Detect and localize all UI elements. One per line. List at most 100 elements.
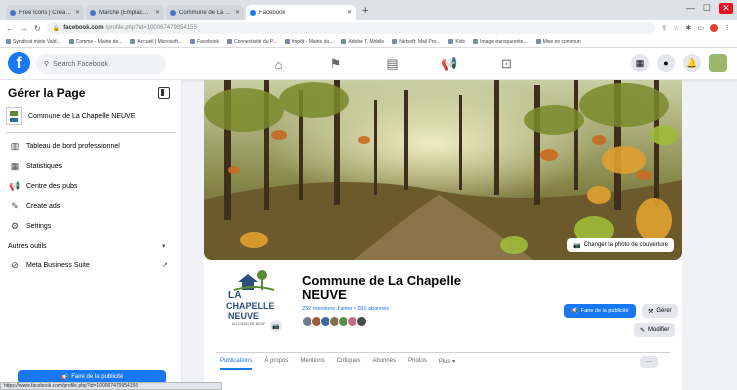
tab-more[interactable]: Plus ▾ bbox=[439, 358, 455, 370]
sidebar-item-create-ads[interactable]: ✎ Create ads bbox=[10, 198, 60, 214]
megaphone-icon[interactable]: 📢 bbox=[421, 54, 478, 74]
search-input[interactable]: ⚲ Search Facebook bbox=[36, 54, 166, 74]
sidebar-page-name: Commune de La Chapelle NEUVE bbox=[28, 112, 136, 120]
external-link-icon[interactable]: ↗ bbox=[162, 261, 168, 269]
page-main: 📷 Changer la photo de couverture LA CHAP… bbox=[182, 80, 737, 390]
header-actions: ▦ ● 🔔 bbox=[631, 54, 727, 72]
sidebar-item-dashboard[interactable]: ▥ Tableau de bord professionnel bbox=[10, 138, 120, 154]
follower-avatars[interactable] bbox=[302, 316, 367, 327]
bookmark-item[interactable]: Mise en commun bbox=[535, 39, 581, 45]
url-host: facebook.com bbox=[63, 25, 104, 31]
account-avatar[interactable] bbox=[709, 54, 727, 72]
favicon-icon bbox=[10, 9, 16, 16]
cover-photo[interactable]: 📷 Changer la photo de couverture bbox=[204, 80, 682, 260]
more-options-button[interactable]: ··· bbox=[640, 356, 658, 368]
dashboard-icon: ▥ bbox=[10, 140, 20, 151]
bookmark-item[interactable]: Netsoft: Mail Pro... bbox=[392, 39, 440, 45]
news-icon[interactable]: ▤ bbox=[364, 54, 421, 74]
profile-icon[interactable] bbox=[710, 24, 718, 32]
star-icon[interactable]: ☆ bbox=[673, 24, 679, 32]
facebook-logo-icon[interactable]: f bbox=[8, 52, 30, 74]
menu-icon[interactable]: ⋮ bbox=[724, 24, 731, 32]
close-tab-icon[interactable]: ✕ bbox=[155, 9, 160, 16]
chevron-down-icon[interactable]: ▾ bbox=[162, 242, 166, 250]
home-icon[interactable]: ⌂ bbox=[250, 54, 307, 74]
close-window-icon[interactable]: ✕ bbox=[719, 3, 733, 14]
sidebar-toggle-icon[interactable] bbox=[158, 87, 170, 99]
bookmark-icon bbox=[227, 39, 233, 44]
bookmark-item[interactable]: Adobe T. Mobile bbox=[341, 39, 384, 45]
url-field[interactable]: 🔒 facebook.com /profile.php?id=100067479… bbox=[46, 22, 656, 34]
menu-grid-icon[interactable]: ▦ bbox=[631, 54, 649, 72]
close-tab-icon[interactable]: ✕ bbox=[347, 9, 352, 16]
bookmark-item[interactable]: Impôt - Mairie du... bbox=[284, 39, 333, 45]
browser-tab[interactable]: Free Icons | Create, upgrade an...✕ bbox=[6, 5, 84, 20]
screen: Free Icons | Create, upgrade an...✕ Marc… bbox=[0, 0, 737, 390]
close-tab-icon[interactable]: ✕ bbox=[75, 9, 80, 16]
messenger-icon[interactable]: ● bbox=[657, 54, 675, 72]
manage-button[interactable]: ⚒ Gérer bbox=[642, 304, 678, 318]
meta-business-icon: ⊘ bbox=[11, 259, 19, 270]
bookmark-item[interactable]: Image transparente... bbox=[473, 39, 528, 45]
bookmark-item[interactable]: Kids bbox=[448, 39, 465, 45]
tab-followers[interactable]: Abonnés bbox=[372, 358, 396, 370]
divider bbox=[6, 132, 176, 133]
pencil-icon: ✎ bbox=[640, 327, 646, 334]
back-icon[interactable]: ← bbox=[6, 24, 14, 33]
tab-about[interactable]: À propos bbox=[264, 358, 288, 370]
logo-emblem-icon bbox=[233, 270, 275, 291]
bookmarks-bar: Syndicat mixte Vald... Comme - Mairie de… bbox=[0, 36, 737, 48]
bookmark-item[interactable]: Facebook bbox=[190, 39, 219, 45]
browser-tab[interactable]: Commune de La Chapelle Neuf...✕ bbox=[166, 5, 244, 20]
sidebar-section-other-tools[interactable]: Autres outils bbox=[8, 243, 47, 250]
logo-tagline: AU CŒUR DE NEUF bbox=[232, 322, 266, 326]
bookmark-icon bbox=[68, 39, 74, 44]
tab-posts[interactable]: Publications bbox=[220, 358, 253, 370]
new-tab-button[interactable]: + bbox=[362, 4, 368, 20]
share-icon[interactable]: ⇪ bbox=[661, 24, 667, 32]
change-cover-button[interactable]: 📷 Changer la photo de couverture bbox=[567, 238, 674, 252]
sidebar-item-statistics[interactable]: ▦ Statistiques bbox=[10, 158, 62, 174]
browser-tab-active[interactable]: Facebook ✕ bbox=[246, 5, 356, 20]
bookmark-icon bbox=[341, 39, 347, 44]
bookmark-item[interactable]: Accueil | Microsoft... bbox=[130, 39, 182, 45]
marketplace-icon[interactable]: ⊡ bbox=[478, 54, 535, 74]
favicon-icon bbox=[90, 9, 96, 16]
sidebar-item-ad-center[interactable]: 📢 Centre des pubs bbox=[9, 178, 77, 194]
chart-icon: ▦ bbox=[10, 160, 20, 171]
bookmark-icon bbox=[190, 39, 196, 44]
sidebar-item-meta-business-suite[interactable]: ⊘ Meta Business Suite bbox=[10, 257, 90, 273]
megaphone-icon: 📢 bbox=[571, 308, 578, 314]
forward-icon[interactable]: → bbox=[20, 24, 28, 33]
manage-page-sidebar: Gérer la Page Commune de La Chapelle NEU… bbox=[0, 80, 182, 390]
cover-forest-image bbox=[204, 80, 682, 260]
reload-icon[interactable]: ↻ bbox=[34, 24, 41, 33]
page-thumbnail bbox=[6, 107, 22, 125]
search-placeholder: Search Facebook bbox=[53, 60, 109, 68]
sidebar-title: Gérer la Page bbox=[8, 86, 86, 100]
close-tab-icon[interactable]: ✕ bbox=[235, 9, 240, 16]
browser-tab[interactable]: Marché (Emplacement Facebook)...✕ bbox=[86, 5, 164, 20]
bookmark-item[interactable]: Syndicat mixte Vald... bbox=[6, 39, 61, 45]
flag-icon[interactable]: ⚑ bbox=[307, 54, 364, 74]
tab-mentions[interactable]: Mentions bbox=[300, 358, 324, 370]
sidepanel-icon[interactable]: ▭ bbox=[697, 24, 704, 32]
commune-logo[interactable]: LA CHAPELLE NEUVE AU CŒUR DE NEUF 📷 bbox=[224, 268, 290, 338]
minimize-icon[interactable]: — bbox=[686, 3, 695, 14]
camera-icon[interactable]: 📷 bbox=[270, 320, 282, 332]
edit-button[interactable]: ✎ Modifier bbox=[634, 323, 676, 337]
tab-reviews[interactable]: Critiques bbox=[337, 358, 361, 370]
promote-page-button[interactable]: 📢 Faire de la publicité bbox=[564, 304, 636, 318]
maximize-icon[interactable]: ☐ bbox=[703, 3, 711, 14]
tab-photos[interactable]: Photos bbox=[408, 358, 427, 370]
bookmark-item[interactable]: Comme - Mairie de... bbox=[68, 39, 122, 45]
logo-text-neuve: NEUVE bbox=[228, 311, 260, 321]
gear-icon: ⚙ bbox=[10, 220, 20, 231]
page-stats[interactable]: 232 mentions J'aime • 281 abonnés bbox=[302, 306, 389, 312]
extensions-icon[interactable]: ✱ bbox=[686, 24, 692, 32]
tools-icon: ⚒ bbox=[648, 308, 654, 315]
notifications-icon[interactable]: 🔔 bbox=[683, 54, 701, 72]
bookmark-item[interactable]: Connectivité du P... bbox=[227, 39, 277, 45]
sidebar-page-switcher[interactable]: Commune de La Chapelle NEUVE bbox=[6, 104, 176, 128]
sidebar-item-settings[interactable]: ⚙ Settings bbox=[10, 218, 51, 234]
